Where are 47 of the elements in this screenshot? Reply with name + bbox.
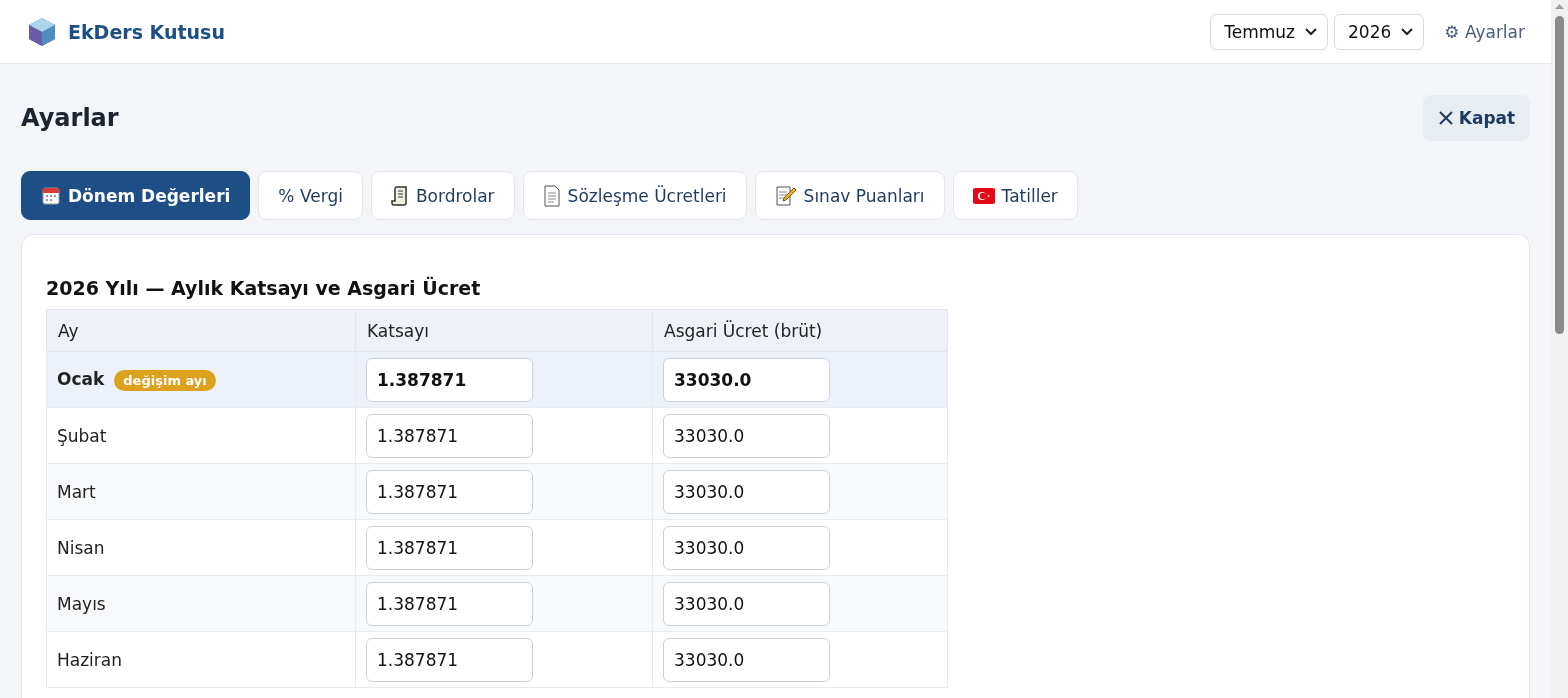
cube-icon: [28, 16, 56, 47]
min-wage-input[interactable]: 33030.0: [663, 413, 830, 458]
scrollbar-thumb[interactable]: [1555, 16, 1564, 334]
tab[interactable]: Bordrolar: [370, 171, 515, 220]
coefficient-input[interactable]: 1.387871: [366, 357, 533, 402]
column-header: Ay: [46, 309, 356, 352]
month-name: Şubat: [57, 425, 107, 446]
chevron-down-icon: [1305, 27, 1317, 36]
min-wage-input[interactable]: 33030.0: [663, 637, 830, 682]
column-header: Asgari Ücret (brüt): [652, 309, 948, 352]
month-name: Haziran: [57, 649, 123, 670]
settings-link[interactable]: ⚙ Ayarlar: [1444, 21, 1525, 42]
chevron-down-icon: [1401, 27, 1414, 36]
page-title: Ayarlar: [21, 103, 119, 132]
column-header: Katsayı: [355, 309, 653, 352]
scroll-icon: [390, 184, 409, 207]
memo-pencil-icon: [774, 184, 797, 207]
calendar-icon: [41, 185, 61, 206]
month-select[interactable]: Temmuz: [1210, 13, 1328, 50]
month-name: Mart: [57, 481, 96, 502]
close-button[interactable]: Kapat: [1423, 94, 1530, 141]
month-name: Nisan: [57, 537, 105, 558]
coefficient-input[interactable]: 1.387871: [366, 581, 533, 626]
year-select[interactable]: 2026: [1334, 13, 1425, 50]
scroll-up-arrow-icon[interactable]: [1555, 4, 1564, 9]
section-title: 2026 Yılı — Aylık Katsayı ve Asgari Ücret: [46, 277, 482, 299]
min-wage-input[interactable]: 33030.0: [663, 525, 830, 570]
document-icon: [542, 184, 561, 207]
min-wage-input[interactable]: 33030.0: [663, 469, 830, 514]
scrollbar[interactable]: [1551, 0, 1568, 698]
tab[interactable]: Tatiller: [952, 171, 1078, 220]
tab[interactable]: Dönem Değerleri: [21, 171, 251, 220]
month-name: Mayıs: [57, 593, 106, 614]
month-name: Ocak: [57, 368, 105, 389]
change-month-badge: değişim ayı: [114, 369, 216, 391]
flag-icon: [972, 187, 995, 204]
min-wage-input[interactable]: 33030.0: [663, 581, 830, 626]
coefficient-input[interactable]: 1.387871: [366, 413, 533, 458]
coefficient-input[interactable]: 1.387871: [366, 469, 533, 514]
tab[interactable]: Sınav Puanları: [754, 171, 945, 220]
coefficient-input[interactable]: 1.387871: [366, 525, 533, 570]
app-title: EkDers Kutusu: [68, 20, 225, 43]
min-wage-input[interactable]: 33030.0: [663, 357, 830, 402]
tab[interactable]: Sözleşme Ücretleri: [522, 171, 747, 220]
close-icon: [1437, 109, 1454, 126]
coefficient-input[interactable]: 1.387871: [366, 637, 533, 682]
tab[interactable]: % Vergi: [258, 171, 363, 220]
